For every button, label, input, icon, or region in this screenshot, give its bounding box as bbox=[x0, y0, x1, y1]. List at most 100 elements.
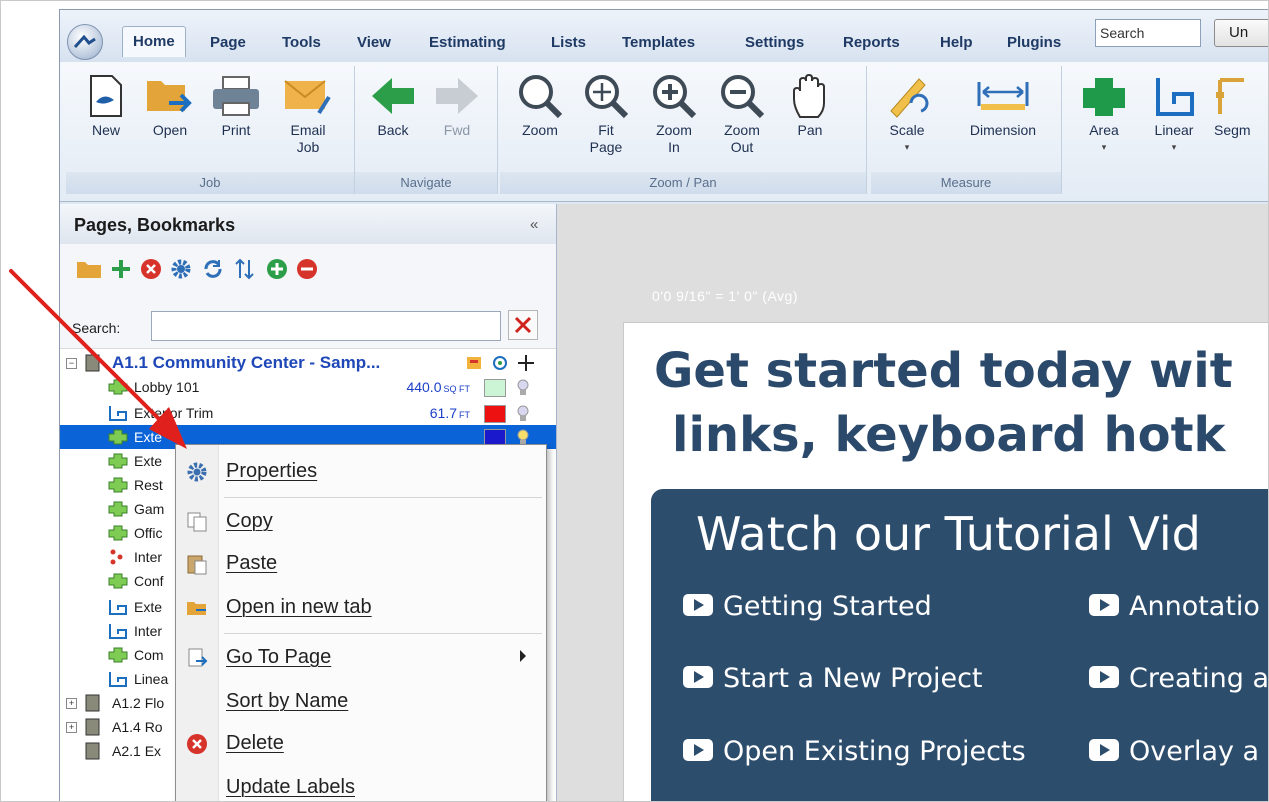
copy-icon bbox=[187, 512, 207, 532]
fit-page-button[interactable]: Fit Page bbox=[580, 70, 632, 156]
forward-button[interactable]: Fwd bbox=[431, 70, 483, 139]
tab-lists[interactable]: Lists bbox=[551, 34, 586, 51]
back-label: Back bbox=[377, 122, 409, 138]
pan-button[interactable]: Pan bbox=[784, 70, 836, 139]
area-item-icon bbox=[108, 453, 128, 469]
tree-item-row[interactable]: Lobby 101 440.0 SQ FT bbox=[60, 375, 556, 399]
menu-item-paste[interactable]: Paste bbox=[176, 543, 546, 583]
open-folder-icon bbox=[147, 81, 192, 113]
ribbon-group-job: New Open Print Email Job Job bbox=[66, 66, 355, 194]
linear-icon bbox=[1156, 78, 1194, 116]
tutorial-box-title: Watch our Tutorial Vid bbox=[696, 507, 1201, 561]
collapse-all-icon[interactable] bbox=[296, 258, 318, 280]
tutorial-link[interactable]: Open Existing Projects bbox=[683, 736, 1026, 767]
refresh-icon[interactable] bbox=[202, 258, 224, 280]
expand-node-icon[interactable]: + bbox=[66, 698, 77, 709]
email-job-button[interactable]: Email Job bbox=[282, 70, 334, 156]
tab-home[interactable]: Home bbox=[122, 26, 186, 57]
menu-item-properties[interactable]: Properties bbox=[176, 451, 546, 491]
linear-item-icon bbox=[109, 672, 127, 687]
visibility-bulb-icon[interactable] bbox=[516, 405, 530, 423]
folder-icon[interactable] bbox=[76, 258, 102, 280]
layout-icon[interactable] bbox=[466, 355, 482, 371]
drawing-viewer[interactable]: 0'0 9/16" = 1' 0" (Avg) Get started toda… bbox=[557, 204, 1269, 801]
tab-templates[interactable]: Templates bbox=[622, 34, 695, 51]
back-button[interactable]: Back bbox=[367, 70, 419, 139]
item-label: Exte bbox=[134, 429, 163, 445]
tutorial-link[interactable]: Start a New Project bbox=[683, 663, 983, 694]
page-icon bbox=[85, 718, 100, 736]
tab-page[interactable]: Page bbox=[210, 34, 246, 51]
menu-separator bbox=[224, 497, 542, 498]
tab-view[interactable]: View bbox=[357, 34, 391, 51]
sort-icon[interactable] bbox=[234, 258, 256, 280]
page-title: A1.1 Community Center - Samp... bbox=[112, 353, 381, 372]
remove-circle-icon[interactable] bbox=[140, 258, 162, 280]
menu-item-sort-by-name[interactable]: Sort by Name bbox=[176, 681, 546, 721]
scale-button[interactable]: Scale ▾ bbox=[879, 70, 935, 156]
tree-page-row[interactable]: − A1.1 Community Center - Samp... bbox=[60, 351, 556, 375]
area-item-icon bbox=[108, 573, 128, 589]
tab-plugins[interactable]: Plugins bbox=[1007, 34, 1061, 51]
collapse-panel-button[interactable]: « bbox=[530, 216, 538, 233]
fit-page-icon bbox=[585, 75, 629, 119]
fit-page-label: Fit Page bbox=[589, 122, 623, 155]
tutorial-link-label: Overlay a bbox=[1129, 736, 1260, 767]
print-button[interactable]: Print bbox=[210, 70, 262, 139]
tab-tools[interactable]: Tools bbox=[282, 34, 321, 51]
undo-button[interactable]: Un bbox=[1214, 19, 1268, 47]
visibility-bulb-icon[interactable] bbox=[516, 379, 530, 397]
zoom-button[interactable]: Zoom bbox=[514, 70, 566, 139]
tab-settings[interactable]: Settings bbox=[745, 34, 804, 51]
menu-item-copy[interactable]: Copy bbox=[176, 501, 546, 541]
panel-search-input[interactable] bbox=[151, 311, 501, 341]
menu-item-go-to-page[interactable]: Go To Page bbox=[176, 637, 546, 677]
open-button[interactable]: Open bbox=[144, 70, 196, 139]
expand-all-icon[interactable] bbox=[266, 258, 288, 280]
email-job-label: Email Job bbox=[290, 122, 326, 155]
area-button[interactable]: Area ▾ bbox=[1076, 70, 1132, 156]
linear-dropdown-arrow-icon[interactable]: ▾ bbox=[1146, 139, 1202, 156]
printer-icon bbox=[213, 76, 259, 116]
dimension-button[interactable]: Dimension bbox=[955, 70, 1051, 139]
scale-dropdown-arrow-icon[interactable]: ▾ bbox=[879, 139, 935, 156]
clear-search-button[interactable] bbox=[508, 310, 538, 340]
move-icon[interactable] bbox=[518, 355, 534, 371]
tutorial-link[interactable]: Overlay a bbox=[1089, 736, 1259, 767]
ribbon-search-input[interactable]: Search bbox=[1095, 19, 1201, 47]
tab-estimating[interactable]: Estimating bbox=[429, 34, 506, 51]
clear-x-icon bbox=[514, 316, 532, 334]
ribbon-group-navigate: Back Fwd Navigate bbox=[355, 66, 498, 194]
menu-item-update-labels[interactable]: Update Labels bbox=[176, 767, 546, 801]
linear-item-icon bbox=[109, 600, 127, 615]
tutorial-link[interactable]: Annotatio bbox=[1089, 591, 1260, 622]
tab-help[interactable]: Help bbox=[940, 34, 973, 51]
color-swatch[interactable] bbox=[484, 379, 506, 397]
zoom-out-button[interactable]: Zoom Out bbox=[716, 70, 768, 156]
menu-item-delete[interactable]: Delete bbox=[176, 723, 546, 763]
item-label: Inter bbox=[134, 623, 163, 639]
tutorial-link[interactable]: Creating a bbox=[1089, 663, 1269, 694]
menu-item-label: Sort by Name bbox=[226, 690, 349, 712]
tutorial-link-label: Annotatio bbox=[1129, 591, 1260, 622]
menu-item-open-in-new-tab[interactable]: Open in new tab bbox=[176, 587, 546, 627]
linear-button[interactable]: Linear ▾ bbox=[1146, 70, 1202, 156]
tutorial-link-label: Creating a bbox=[1129, 663, 1269, 694]
tutorial-link[interactable]: Getting Started bbox=[683, 591, 932, 622]
tree-item-row[interactable]: Exterior Trim 61.7 FT bbox=[60, 401, 556, 425]
overlay-icon[interactable] bbox=[492, 355, 508, 371]
settings-gear-icon[interactable] bbox=[170, 258, 192, 280]
linear-item-icon bbox=[109, 406, 127, 421]
job-group-label: Job bbox=[66, 172, 354, 194]
segment-button[interactable]: Segm bbox=[1214, 70, 1268, 139]
new-button[interactable]: New bbox=[80, 70, 132, 139]
collapse-node-icon[interactable]: − bbox=[66, 358, 77, 369]
color-swatch[interactable] bbox=[484, 405, 506, 423]
zoom-in-button[interactable]: Zoom In bbox=[648, 70, 700, 156]
expand-node-icon[interactable]: + bbox=[66, 722, 77, 733]
area-dropdown-arrow-icon[interactable]: ▾ bbox=[1076, 139, 1132, 156]
tab-reports[interactable]: Reports bbox=[843, 34, 900, 51]
application-menu-button[interactable] bbox=[67, 24, 103, 60]
area-item-icon bbox=[108, 647, 128, 663]
add-icon[interactable] bbox=[110, 258, 132, 280]
